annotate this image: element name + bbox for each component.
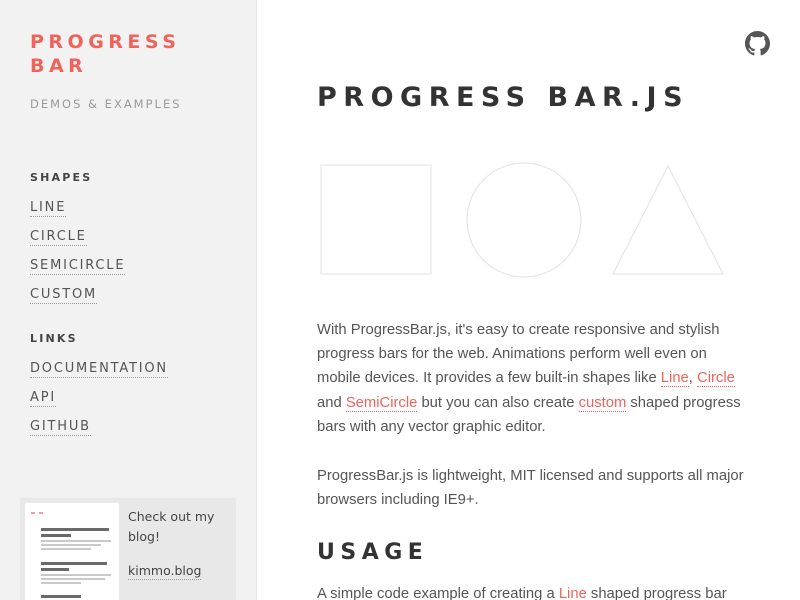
square-shape[interactable] — [320, 164, 432, 275]
shapes-heading: SHAPES — [30, 171, 93, 184]
page-title: PROGRESS BAR.JS — [317, 82, 690, 113]
github-icon[interactable] — [745, 31, 770, 56]
intro-text: With ProgressBar.js, it's easy to create… — [317, 322, 720, 387]
line-link[interactable]: Line — [660, 370, 689, 388]
blog-link[interactable]: kimmo.blog — [128, 562, 202, 580]
blog-promo-text: Check out my blog! — [128, 509, 215, 544]
nav-link-line[interactable]: LINE — [30, 199, 67, 217]
circle-link[interactable]: Circle — [697, 370, 735, 388]
intro-text: and — [317, 394, 346, 411]
blog-thumbnail[interactable] — [25, 503, 119, 600]
shapes-illustration — [320, 162, 724, 278]
nav-link-api[interactable]: API — [30, 389, 56, 407]
intro-paragraph: With ProgressBar.js, it's easy to create… — [317, 318, 747, 439]
intro-text: , — [688, 370, 698, 387]
usage-line-link[interactable]: Line — [558, 586, 587, 600]
sidebar: PROGRESS BAR DEMOS & EXAMPLES SHAPES LIN… — [0, 0, 257, 600]
nav-link-semicircle[interactable]: SEMICIRCLE — [30, 257, 126, 275]
circle-shape[interactable] — [466, 162, 582, 278]
brand-logo[interactable]: PROGRESS BAR — [30, 30, 230, 78]
nav-link-custom[interactable]: CUSTOM — [30, 286, 98, 304]
intro-text: but you can also create — [417, 394, 579, 411]
nav-link-documentation[interactable]: DOCUMENTATION — [30, 360, 168, 378]
usage-text: A simple code example of creating a — [317, 586, 559, 600]
nav-link-circle[interactable]: CIRCLE — [30, 228, 87, 246]
brand-line-2: BAR — [30, 55, 88, 77]
custom-link[interactable]: custom — [578, 394, 627, 412]
license-paragraph: ProgressBar.js is lightweight, MIT licen… — [317, 468, 744, 509]
blog-card: Check out my blog! kimmo.blog — [20, 498, 236, 600]
usage-heading: USAGE — [317, 540, 429, 565]
semicircle-link[interactable]: SemiCircle — [345, 394, 418, 412]
nav-link-github[interactable]: GITHUB — [30, 418, 91, 436]
brand-line-1: PROGRESS — [30, 31, 181, 53]
usage-paragraph: A simple code example of creating a Line… — [317, 582, 747, 600]
links-heading: LINKS — [30, 332, 78, 345]
tagline: DEMOS & EXAMPLES — [30, 97, 182, 111]
triangle-shape[interactable] — [612, 164, 724, 275]
